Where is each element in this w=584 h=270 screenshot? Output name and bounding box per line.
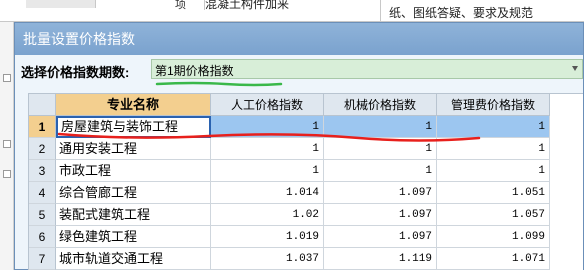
machine-index-cell[interactable]: 1 — [324, 116, 437, 138]
row-number[interactable]: 4 — [29, 182, 56, 204]
background-checkbox[interactable] — [3, 74, 11, 82]
background-number-cell — [26, 0, 96, 8]
management-index-cell[interactable]: 1 — [437, 116, 550, 138]
management-index-cell[interactable]: 1.057 — [437, 204, 550, 226]
header-management-index[interactable]: 管理费价格指数 — [437, 94, 550, 116]
machine-index-cell[interactable]: 1.119 — [324, 248, 437, 270]
period-selected-value: 第1期价格指数 — [155, 64, 234, 78]
background-description-text: 纸、图纸答疑、要求及规范 — [389, 6, 534, 20]
labor-index-cell[interactable]: 1 — [211, 138, 324, 160]
machine-index-cell[interactable]: 1.097 — [324, 226, 437, 248]
management-index-cell[interactable]: 1.099 — [437, 226, 550, 248]
labor-index-cell[interactable]: 1.037 — [211, 248, 324, 270]
dialog-title: 批量设置价格指数 — [15, 23, 583, 55]
specialty-name-cell[interactable]: 装配式建筑工程 — [56, 204, 211, 226]
price-index-table: 专业名称 人工价格指数 机械价格指数 管理费价格指数 1 房屋建筑与装饰工程 1… — [28, 93, 583, 270]
specialty-name-cell[interactable]: 通用安装工程 — [56, 138, 211, 160]
header-machine-index[interactable]: 机械价格指数 — [324, 94, 437, 116]
labor-index-cell[interactable]: 1 — [211, 160, 324, 182]
management-index-cell[interactable]: 1 — [437, 160, 550, 182]
row-number-header — [29, 94, 56, 116]
labor-index-cell[interactable]: 1 — [211, 116, 324, 138]
background-name-cell: 混凝土构件加来 — [204, 0, 374, 10]
batch-price-index-dialog: 批量设置价格指数 选择价格指数期数: 第1期价格指数 专业名称 人工价格指数 机… — [14, 22, 584, 270]
background-description-cell: 纸、图纸答疑、要求及规范 — [380, 0, 584, 22]
specialty-name-cell[interactable]: 城市轨道交通工程 — [56, 248, 211, 270]
machine-index-cell[interactable]: 1.097 — [324, 182, 437, 204]
row-number[interactable]: 1 — [29, 116, 56, 138]
labor-index-cell[interactable]: 1.02 — [211, 204, 324, 226]
specialty-name-cell[interactable]: 绿色建筑工程 — [56, 226, 211, 248]
header-specialty-name[interactable]: 专业名称 — [56, 94, 211, 116]
background-table-row: 项 混凝土构件加来 纸、图纸答疑、要求及规范 — [0, 0, 584, 22]
machine-index-cell[interactable]: 1.097 — [324, 204, 437, 226]
row-number[interactable]: 6 — [29, 226, 56, 248]
chevron-down-icon[interactable] — [572, 66, 578, 71]
management-index-cell[interactable]: 1.071 — [437, 248, 550, 270]
background-checkbox[interactable] — [3, 140, 11, 148]
management-index-cell[interactable]: 1 — [437, 138, 550, 160]
period-label: 选择价格指数期数: — [21, 65, 130, 80]
background-unit-cell: 项 — [175, 0, 186, 10]
row-number[interactable]: 7 — [29, 248, 56, 270]
row-number[interactable]: 5 — [29, 204, 56, 226]
background-checkbox[interactable] — [3, 170, 11, 178]
period-selector-row: 选择价格指数期数: 第1期价格指数 — [15, 55, 583, 87]
management-index-cell[interactable]: 1.051 — [437, 182, 550, 204]
specialty-name-cell[interactable]: 市政工程 — [56, 160, 211, 182]
specialty-name-cell[interactable]: 房屋建筑与装饰工程 — [56, 116, 211, 138]
labor-index-cell[interactable]: 1.014 — [211, 182, 324, 204]
background-left-column — [0, 22, 14, 270]
labor-index-cell[interactable]: 1.019 — [211, 226, 324, 248]
specialty-name-cell[interactable]: 综合管廊工程 — [56, 182, 211, 204]
green-annotation-underline — [155, 81, 283, 87]
machine-index-cell[interactable]: 1 — [324, 138, 437, 160]
period-dropdown[interactable]: 第1期价格指数 — [151, 59, 583, 79]
row-number[interactable]: 2 — [29, 138, 56, 160]
machine-index-cell[interactable]: 1 — [324, 160, 437, 182]
header-labor-index[interactable]: 人工价格指数 — [211, 94, 324, 116]
row-number[interactable]: 3 — [29, 160, 56, 182]
